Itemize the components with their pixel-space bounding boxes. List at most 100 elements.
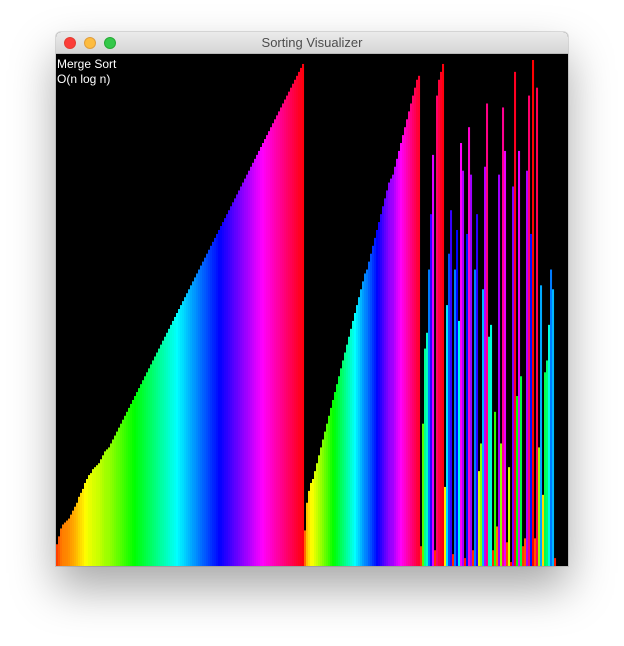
bar (222, 222, 225, 566)
bar (522, 546, 525, 566)
bar (124, 415, 127, 566)
bar (450, 210, 453, 566)
bar (148, 368, 151, 566)
bar (392, 174, 395, 566)
bar (88, 475, 91, 566)
bar (256, 154, 259, 566)
bar (282, 103, 285, 566)
bar (372, 245, 375, 566)
bar (160, 344, 163, 566)
bar (126, 411, 129, 566)
bar (114, 435, 117, 566)
bar (494, 411, 497, 566)
bar (142, 380, 145, 566)
bar (446, 305, 449, 566)
bar (300, 67, 303, 566)
bar (362, 281, 365, 566)
bar (348, 336, 351, 566)
bar (498, 174, 501, 566)
bar (226, 214, 229, 566)
bar (472, 550, 475, 566)
bar (382, 206, 385, 566)
bar (80, 492, 83, 566)
bar (186, 293, 189, 566)
bar (200, 265, 203, 566)
bar (428, 269, 431, 566)
bar (330, 407, 333, 566)
bar (120, 423, 123, 566)
bar (246, 174, 249, 566)
bar (412, 95, 415, 566)
bar (232, 202, 235, 566)
bar (288, 91, 291, 566)
bar (132, 399, 135, 566)
bar (164, 336, 167, 566)
bar (78, 496, 81, 566)
bar (434, 550, 437, 566)
bar (82, 488, 85, 566)
bar (240, 186, 243, 566)
bar (440, 71, 443, 566)
bar (304, 530, 307, 566)
bar (452, 554, 455, 566)
bar (218, 229, 221, 566)
bar (486, 103, 489, 566)
bar (524, 538, 527, 566)
bar (242, 182, 245, 566)
bar (70, 514, 73, 566)
bar (542, 494, 545, 566)
bar (456, 229, 459, 566)
bar (248, 170, 251, 566)
window-title: Sorting Visualizer (261, 35, 363, 50)
bar (298, 71, 301, 566)
bar (536, 87, 539, 566)
bar (224, 218, 227, 566)
bar (532, 60, 535, 566)
bar (432, 154, 435, 566)
bar (454, 269, 457, 566)
bar (192, 281, 195, 566)
bar (254, 158, 257, 566)
bar (374, 237, 377, 566)
bar (280, 107, 283, 566)
bar (438, 79, 441, 566)
bar (444, 486, 447, 566)
bar (502, 107, 505, 566)
bar (314, 471, 317, 566)
bar (150, 364, 153, 566)
bar (336, 384, 339, 566)
bar (390, 178, 393, 566)
bar (178, 309, 181, 566)
bar (504, 150, 507, 566)
bar (62, 524, 65, 566)
bar (442, 63, 445, 566)
bar (258, 150, 261, 566)
bar (500, 443, 503, 566)
bar (202, 261, 205, 566)
bar (172, 320, 175, 566)
bar (228, 210, 231, 566)
bar (92, 469, 95, 566)
bar (406, 119, 409, 566)
bar (270, 127, 273, 566)
bar (198, 269, 201, 566)
bar (490, 324, 493, 566)
bar (484, 166, 487, 566)
bar (540, 285, 543, 566)
bar (182, 301, 185, 566)
algorithm-name: Merge Sort (57, 57, 117, 71)
bar (398, 150, 401, 566)
bar (384, 198, 387, 566)
bar (496, 526, 499, 566)
title-bar[interactable]: Sorting Visualizer (56, 32, 568, 54)
bar (180, 305, 183, 566)
bar (194, 277, 197, 566)
bar (352, 320, 355, 566)
bar (214, 237, 217, 566)
bar (64, 522, 67, 566)
bar (84, 482, 87, 566)
bar (176, 313, 179, 566)
bar (170, 324, 173, 566)
bar (516, 396, 519, 566)
bar (272, 123, 275, 566)
